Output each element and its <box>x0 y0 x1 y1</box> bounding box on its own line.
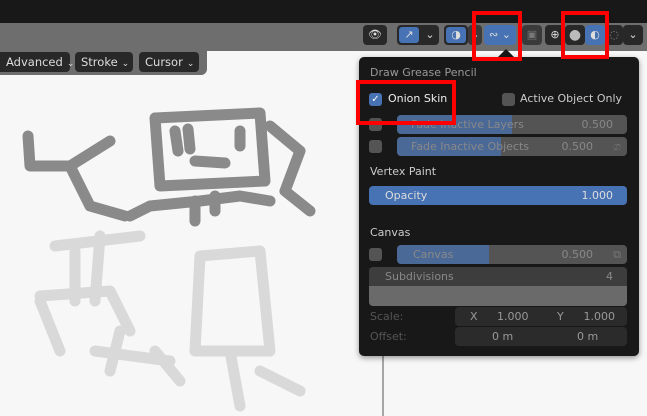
wireframe-shading-icon[interactable]: ⊕ <box>545 25 565 45</box>
field-value: 4 <box>606 270 613 283</box>
onion-skin-label: Onion Skin <box>388 92 448 105</box>
top-bar <box>0 0 647 23</box>
cursor-dropdown[interactable]: Cursor ⌄ <box>139 52 199 72</box>
cursor-label: Cursor <box>145 55 183 69</box>
slider-label: Canvas <box>413 248 454 261</box>
xray-icon[interactable]: ▣ <box>522 25 542 45</box>
scale-x-value[interactable]: 1.000 <box>497 307 529 326</box>
slider-value: 0.500 <box>581 118 614 131</box>
fade-layers-checkbox[interactable] <box>369 118 382 131</box>
overlay-chevron-down-icon[interactable]: ⌄ <box>468 25 482 45</box>
offset-field[interactable]: 0 m 0 m <box>455 327 627 346</box>
onion-skin-checkbox[interactable]: ✓ <box>369 93 382 106</box>
overlay-popover: Draw Grease Pencil ✓ Onion Skin Active O… <box>359 57 639 356</box>
grease-pencil-icon: ග <box>613 140 621 153</box>
stroke-dropdown[interactable]: Stroke ⌄ <box>75 52 133 72</box>
scale-x-label: X <box>470 310 478 323</box>
fade-objects-checkbox[interactable] <box>369 140 382 153</box>
chevron-down-icon: ⌄ <box>66 59 75 69</box>
visibility-icon[interactable]: 👁 <box>363 25 387 45</box>
slider-label: Fade Inactive Layers <box>411 118 524 131</box>
fade-inactive-layers-slider[interactable]: Fade Inactive Layers 0.500 <box>397 115 627 134</box>
slider-value: 0.500 <box>561 140 594 153</box>
opacity-slider[interactable]: Opacity 1.000 <box>369 186 627 205</box>
shading-chevron-down-icon[interactable]: ⌄ <box>623 25 643 45</box>
scale-y-value[interactable]: 1.000 <box>584 307 616 326</box>
color-picker-icon: ⧉ <box>613 248 621 261</box>
active-object-only-checkbox[interactable] <box>502 93 515 106</box>
gizmo-icon[interactable]: ↗ <box>397 25 421 45</box>
solid-shading-icon[interactable]: ● <box>565 25 585 45</box>
canvas-color-swatch[interactable] <box>369 286 627 306</box>
panel-title: Draw Grease Pencil <box>370 66 477 79</box>
vertex-paint-heading: Vertex Paint <box>370 165 437 178</box>
advanced-dropdown[interactable]: Advanced ⌄ <box>0 52 74 72</box>
scale-y-label: Y <box>557 310 564 323</box>
stroke-label: Stroke <box>81 55 118 69</box>
offset-y-value[interactable]: 0 m <box>577 327 598 346</box>
scale-label: Scale: <box>370 310 404 323</box>
offset-x-value[interactable]: 0 m <box>492 327 513 346</box>
canvas-checkbox[interactable] <box>369 248 382 261</box>
active-object-only-label: Active Object Only <box>520 92 623 105</box>
field-label: Subdivisions <box>385 270 454 283</box>
scale-field[interactable]: X 1.000 Y 1.000 <box>455 307 627 326</box>
slider-label: Opacity <box>385 189 428 202</box>
gizmo-chevron-down-icon[interactable]: ⌄ <box>421 25 439 45</box>
canvas-slider[interactable]: Canvas 0.500 ⧉ <box>397 245 627 264</box>
slider-value: 0.500 <box>561 248 594 261</box>
offset-label: Offset: <box>370 330 407 343</box>
grease-pencil-overlay-icon[interactable]: ∾ ⌄ <box>484 25 516 45</box>
fade-inactive-objects-slider[interactable]: Fade Inactive Objects 0.500 ග <box>397 137 627 156</box>
slider-value: 1.000 <box>581 189 614 202</box>
subdivisions-field[interactable]: Subdivisions 4 <box>369 267 627 286</box>
canvas-heading: Canvas <box>370 226 411 239</box>
chevron-down-icon: ⌄ <box>186 59 195 69</box>
chevron-down-icon: ⌄ <box>121 59 130 69</box>
rendered-shading-icon[interactable]: ◌ <box>605 25 623 45</box>
advanced-label: Advanced <box>6 55 63 69</box>
material-preview-icon[interactable]: ◐ <box>585 25 605 45</box>
overlay-icon[interactable]: ◑ <box>444 25 468 45</box>
slider-label: Fade Inactive Objects <box>411 140 530 153</box>
